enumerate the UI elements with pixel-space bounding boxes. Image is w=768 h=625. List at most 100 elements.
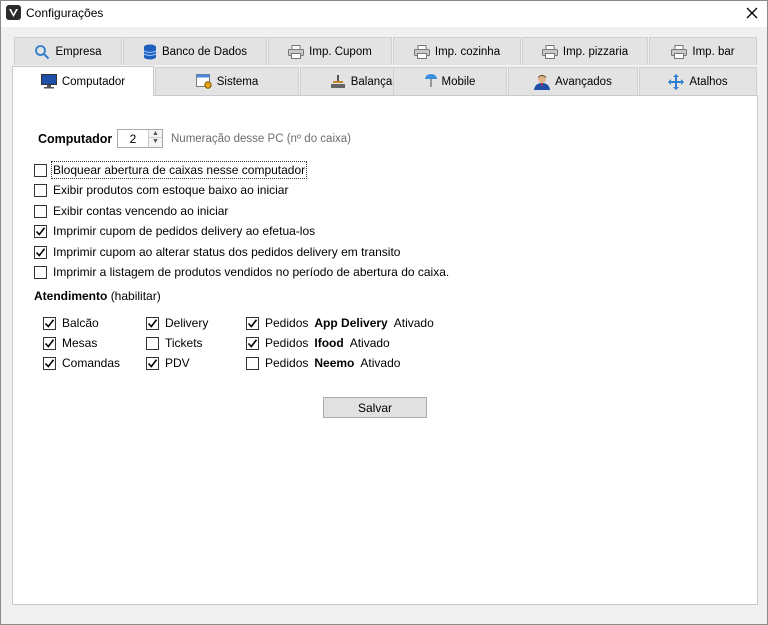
checkbox-checked[interactable] xyxy=(34,245,47,259)
tab-empresa[interactable]: Empresa xyxy=(14,37,122,65)
checkbox-label: Imprimir a listagem de produtos vendidos… xyxy=(53,265,450,279)
save-button-label: Salvar xyxy=(357,400,392,415)
atendimento-col1-0[interactable]: Balcão xyxy=(43,316,99,330)
checkbox-unchecked[interactable] xyxy=(34,204,47,218)
integration-name: App Delivery xyxy=(314,316,388,330)
tab-label: Computador xyxy=(61,75,126,88)
checkbox-label: Balcão xyxy=(62,316,99,330)
tab-label: Empresa xyxy=(55,45,102,58)
tab-imp-bar[interactable]: Imp. bar xyxy=(649,37,757,65)
pedidos-prefix: Pedidos xyxy=(265,336,309,350)
checkbox-label: Imprimir cupom ao alterar status dos ped… xyxy=(53,245,401,259)
checkbox-checked[interactable] xyxy=(146,356,159,370)
window-title: Configurações xyxy=(26,6,104,20)
tab-computador[interactable]: Computador xyxy=(12,66,154,96)
checkbox-label: Imprimir cupom de pedidos delivery ao ef… xyxy=(53,224,316,238)
database-icon xyxy=(143,44,157,59)
atendimento-col2-0[interactable]: Delivery xyxy=(146,316,208,330)
checkbox-unchecked[interactable] xyxy=(246,356,259,370)
option-checkbox-4[interactable]: Imprimir cupom ao alterar status dos ped… xyxy=(34,245,400,259)
close-icon xyxy=(746,7,758,19)
checkbox-unchecked[interactable] xyxy=(146,336,159,350)
close-button[interactable] xyxy=(737,1,767,25)
checkbox-checked[interactable] xyxy=(43,316,56,330)
system-icon xyxy=(195,74,212,89)
atendimento-heading: Atendimento (habilitar) xyxy=(34,289,161,303)
save-button[interactable]: Salvar xyxy=(323,397,427,418)
scale-icon xyxy=(330,74,345,88)
printer-icon xyxy=(288,44,305,59)
checkbox-checked[interactable] xyxy=(146,316,159,330)
title-bar: Configurações xyxy=(1,1,767,27)
tab-label: Avançados xyxy=(555,75,612,88)
user-icon xyxy=(534,74,551,90)
tab-label: Banco de Dados xyxy=(161,45,248,58)
option-checkbox-1[interactable]: Exibir produtos com estoque baixo ao ini… xyxy=(34,183,288,197)
printer-icon xyxy=(671,44,688,59)
tab-label: Imp. cozinha xyxy=(434,45,501,58)
checkbox-checked[interactable] xyxy=(246,336,259,350)
atendimento-col3-1[interactable]: Pedidos Ifood Ativado xyxy=(246,336,390,350)
atendimento-col3-0[interactable]: Pedidos App Delivery Ativado xyxy=(246,316,434,330)
tab-label: Imp. bar xyxy=(692,45,735,58)
checkbox-unchecked[interactable] xyxy=(34,183,47,197)
tab-label: Imp. Cupom xyxy=(309,45,372,58)
tab-atalhos[interactable]: Atalhos xyxy=(639,67,757,95)
tab-imp-cupom[interactable]: Imp. Cupom xyxy=(268,37,392,65)
checkbox-checked[interactable] xyxy=(43,356,56,370)
atendimento-title: Atendimento xyxy=(34,289,108,303)
atendimento-col1-1[interactable]: Mesas xyxy=(43,336,97,350)
tab-label: Sistema xyxy=(216,75,259,88)
stepper-down-icon[interactable]: ▼ xyxy=(149,138,162,146)
integration-status: Ativado xyxy=(360,356,401,370)
checkbox-label: Exibir contas vencendo ao iniciar xyxy=(53,204,229,218)
integration-name: Ifood xyxy=(314,336,344,350)
atendimento-col1-2[interactable]: Comandas xyxy=(43,356,120,370)
mobile-icon xyxy=(424,74,437,87)
tab-mobile[interactable]: Mobile xyxy=(393,67,507,95)
option-checkbox-5[interactable]: Imprimir a listagem de produtos vendidos… xyxy=(34,265,449,279)
tab-label: Balança xyxy=(350,75,393,88)
checkbox-label: Mesas xyxy=(62,336,98,350)
option-checkbox-0[interactable]: Bloquear abertura de caixas nesse comput… xyxy=(34,161,308,179)
atendimento-col2-1[interactable]: Tickets xyxy=(146,336,203,350)
option-checkbox-2[interactable]: Exibir contas vencendo ao iniciar xyxy=(34,204,228,218)
checkbox-checked[interactable] xyxy=(246,316,259,330)
checkbox-unchecked[interactable] xyxy=(34,265,47,279)
checkbox-label: Comandas xyxy=(62,356,121,370)
atendimento-subtitle: (habilitar) xyxy=(110,289,161,303)
monitor-icon xyxy=(40,74,57,89)
stepper-up-icon[interactable]: ▲ xyxy=(149,130,162,138)
pedidos-prefix: Pedidos xyxy=(265,316,309,330)
checkbox-checked[interactable] xyxy=(43,336,56,350)
app-logo-icon xyxy=(6,5,21,20)
arrows-icon xyxy=(668,73,685,90)
atendimento-col2-2[interactable]: PDV xyxy=(146,356,190,370)
tab-label: Imp. pizzaria xyxy=(562,45,629,58)
checkbox-checked[interactable] xyxy=(34,224,47,238)
tab-imp-cozinha[interactable]: Imp. cozinha xyxy=(393,37,521,65)
caixa-number-stepper[interactable]: 2 ▲ ▼ xyxy=(117,129,163,148)
stepper-arrows[interactable]: ▲ ▼ xyxy=(148,130,162,147)
checkbox-label: Exibir produtos com estoque baixo ao ini… xyxy=(53,183,289,197)
integration-status: Ativado xyxy=(393,316,434,330)
integration-name: Neemo xyxy=(314,356,355,370)
printer-icon xyxy=(541,44,558,59)
tab-banco-de-dados[interactable]: Banco de Dados xyxy=(123,37,267,65)
checkbox-label: PDV xyxy=(165,356,190,370)
tab-imp-pizzaria[interactable]: Imp. pizzaria xyxy=(522,37,648,65)
tab-sistema[interactable]: Sistema xyxy=(155,67,299,95)
integration-status: Ativado xyxy=(349,336,390,350)
checkbox-unchecked[interactable] xyxy=(34,163,47,177)
atendimento-col3-2[interactable]: Pedidos Neemo Ativado xyxy=(246,356,400,370)
tab-label: Mobile xyxy=(441,75,476,88)
search-icon xyxy=(35,44,50,59)
checkbox-label: Tickets xyxy=(165,336,203,350)
pedidos-prefix: Pedidos xyxy=(265,356,309,370)
option-checkbox-3[interactable]: Imprimir cupom de pedidos delivery ao ef… xyxy=(34,224,315,238)
printer-icon xyxy=(413,44,430,59)
checkbox-label: Bloquear abertura de caixas nesse comput… xyxy=(50,161,308,179)
tab-avancados[interactable]: Avançados xyxy=(508,67,638,95)
computador-hint: Numeração desse PC (nº do caixa) xyxy=(171,133,351,145)
checkbox-label: Delivery xyxy=(165,316,209,330)
